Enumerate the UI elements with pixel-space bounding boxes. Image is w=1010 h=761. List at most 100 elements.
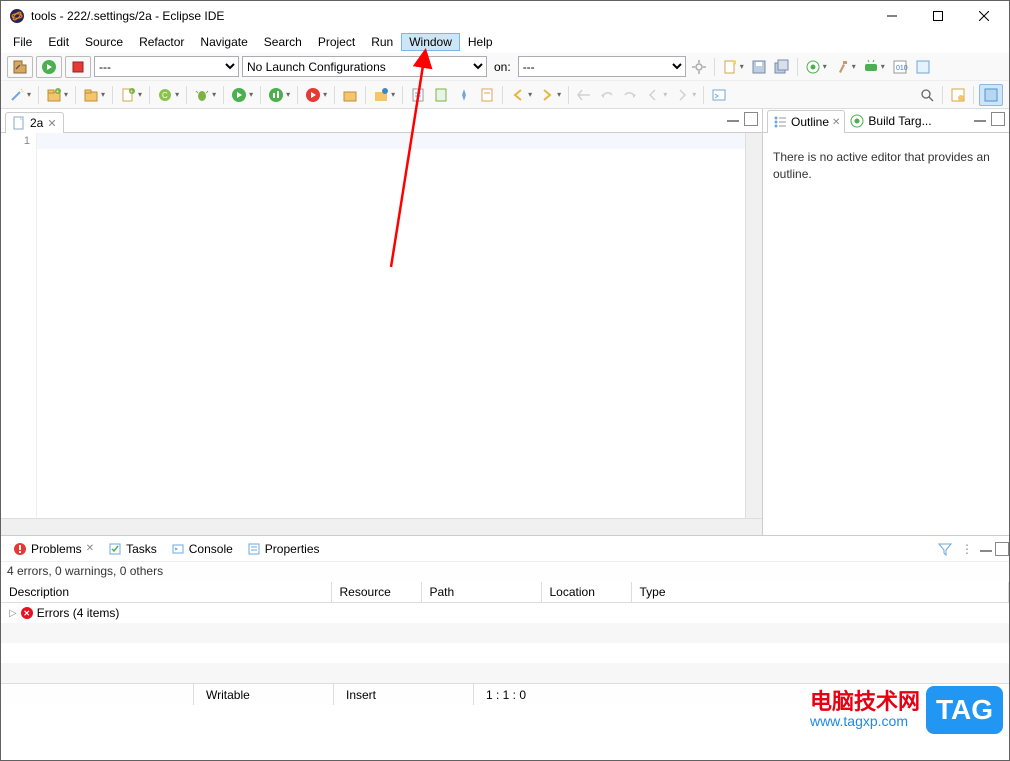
tab-problems[interactable]: Problems ✕ [7,539,100,559]
debug-button[interactable]: ▾ [192,86,218,104]
next-annotation-button[interactable]: ▾ [537,86,563,104]
problems-minimize-icon[interactable] [979,542,993,556]
editor-tab-label: 2a [30,116,43,130]
menu-project[interactable]: Project [310,33,363,51]
tab-tasks[interactable]: Tasks [102,539,163,559]
terminal-button[interactable] [709,86,729,104]
open-element-button[interactable] [340,86,360,104]
toggle-mark-button[interactable] [477,86,497,104]
col-resource[interactable]: Resource [331,582,421,603]
profile-button[interactable]: ▾ [303,86,329,104]
perspective-open-button[interactable] [948,86,968,104]
problems-icon [13,542,27,556]
stop-button[interactable] [65,56,91,78]
menu-file[interactable]: File [5,33,40,51]
back-button[interactable] [574,86,594,104]
class-view-button[interactable] [913,58,933,76]
menu-help[interactable]: Help [460,33,501,51]
table-row[interactable]: ▷ ✕ Errors (4 items) [1,603,1009,624]
watermark-brand: 电脑技术网 [810,691,920,713]
new-class-button[interactable]: C▾ [155,86,181,104]
menu-search[interactable]: Search [256,33,310,51]
open-type-button[interactable]: ▾ [371,86,397,104]
launch-target-combo[interactable]: --- [518,56,686,77]
wand-button[interactable]: ▾ [7,86,33,104]
gear-icon[interactable] [689,58,709,76]
run-button[interactable] [36,56,62,78]
watermark: 电脑技术网 www.tagxp.com TAG [810,686,1003,734]
svg-text:010: 010 [896,65,908,72]
col-location[interactable]: Location [541,582,631,603]
maximize-button[interactable] [915,2,961,30]
tab-close-icon[interactable]: ✕ [47,117,56,130]
new-button[interactable]: ▾ [720,58,746,76]
status-insert: Insert [333,684,473,705]
problems-tab-close-icon[interactable]: ✕ [86,543,94,554]
new-folder-button[interactable]: ▾ [81,86,107,104]
outline-tab-close-icon[interactable]: ✕ [832,117,840,128]
undo-button[interactable] [597,86,617,104]
minimize-button[interactable] [869,2,915,30]
expand-icon[interactable]: ▷ [9,608,17,619]
table-row [1,643,1009,663]
watermark-tag: TAG [926,686,1003,734]
filter-icon[interactable] [935,540,955,558]
watermark-url: www.tagxp.com [810,713,920,729]
view-menu-icon[interactable]: ⋮ [957,540,977,558]
close-button[interactable] [961,2,1007,30]
search-icon[interactable] [917,86,937,104]
build-button[interactable] [7,56,33,78]
menu-refactor[interactable]: Refactor [131,33,192,51]
save-all-button[interactable] [772,58,792,76]
pin-button[interactable] [454,86,474,104]
errors-group-label: Errors (4 items) [37,606,120,620]
menu-navigate[interactable]: Navigate [192,33,255,51]
launch-config-combo[interactable]: No Launch Configurations [242,56,487,77]
tab-outline[interactable]: Outline ✕ [767,110,845,133]
tab-console[interactable]: Console [165,539,239,559]
menu-window[interactable]: Window [401,33,460,51]
window-title: tools - 222/.settings/2a - Eclipse IDE [31,9,869,23]
new-file-button[interactable]: +▾ [118,86,144,104]
editor-content[interactable] [37,133,745,518]
open-resource-button[interactable] [431,86,451,104]
coverage-button[interactable]: ▾ [266,86,292,104]
svg-text:+: + [130,89,133,95]
debug-last-button[interactable]: ▾ [861,58,887,76]
outline-minimize-icon[interactable] [973,112,987,126]
problems-maximize-icon[interactable] [995,542,1009,556]
run-dropdown-button[interactable]: ▾ [229,86,255,104]
target-button[interactable]: ▾ [803,58,829,76]
tab-properties[interactable]: Properties [241,539,326,559]
target-icon [849,113,865,129]
col-path[interactable]: Path [421,582,541,603]
build-targets-tab-label: Build Targ... [868,114,931,128]
editor-vertical-scrollbar[interactable] [745,133,762,518]
history-back-button[interactable]: ▾ [643,86,669,104]
save-button[interactable] [749,58,769,76]
outline-maximize-icon[interactable] [991,112,1005,126]
menu-source[interactable]: Source [77,33,131,51]
launch-mode-combo[interactable]: --- [94,56,239,77]
prev-annotation-button[interactable]: ▾ [508,86,534,104]
file-icon [12,116,26,130]
svg-text:+: + [56,89,59,95]
open-task-button[interactable] [408,86,428,104]
perspective-cpp-button[interactable] [979,84,1003,106]
binary-view-button[interactable]: 010 [890,58,910,76]
redo-button[interactable] [620,86,640,104]
editor-minimize-icon[interactable] [726,112,740,126]
table-row [1,623,1009,643]
status-writable: Writable [193,684,333,705]
history-forward-button[interactable]: ▾ [672,86,698,104]
editor-maximize-icon[interactable] [744,112,758,126]
menu-edit[interactable]: Edit [40,33,77,51]
menu-run[interactable]: Run [363,33,401,51]
editor-tab-2a[interactable]: 2a ✕ [5,112,64,133]
col-description[interactable]: Description [1,582,331,603]
hammer-button[interactable]: ▾ [832,58,858,76]
col-type[interactable]: Type [631,582,1009,603]
editor-horizontal-scrollbar[interactable] [1,518,762,535]
tab-build-targets[interactable]: Build Targ... [845,110,935,132]
new-project-button[interactable]: +▾ [44,86,70,104]
